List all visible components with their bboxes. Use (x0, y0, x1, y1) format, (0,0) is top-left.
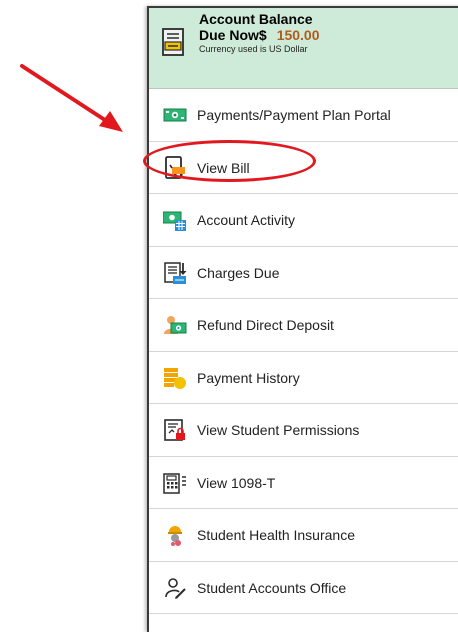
menu-item-label: Refund Direct Deposit (197, 317, 334, 333)
due-now-row: Due Now$ 150.00 (199, 28, 320, 42)
payment-history-icon (164, 367, 186, 389)
menu-item-label: View Student Permissions (197, 422, 360, 438)
account-activity-icon (163, 211, 186, 231)
account-balance-title: Account Balance (199, 11, 313, 27)
menu-item-label: Payment History (197, 369, 300, 386)
menu-item-student-health-insurance[interactable]: Student Health Insurance (149, 509, 458, 562)
menu-item-payment-history[interactable]: Payment History (149, 352, 458, 404)
menu-item-view-bill[interactable]: View Bill (149, 142, 458, 194)
menu-item-account-activity[interactable]: Account Activity (149, 194, 458, 247)
due-amount: 150.00 (276, 27, 320, 43)
tax-form-icon (163, 472, 186, 494)
permissions-icon (164, 419, 185, 441)
bill-summary-icon (162, 28, 184, 56)
menu-item-view-1098-t[interactable]: View 1098-T (149, 457, 458, 509)
menu-item-charges-due[interactable]: Charges Due (149, 247, 458, 299)
health-insurance-icon (168, 526, 182, 546)
office-icon (165, 577, 186, 599)
menu-item-label: Student Accounts Office (197, 579, 347, 596)
charges-due-icon (164, 261, 187, 284)
menu-item-view-student-permissions[interactable]: View Student Permissions (149, 404, 458, 457)
currency-note: Currency used is US Dollar (199, 44, 308, 54)
bill-icon (165, 155, 185, 179)
menu-item-label: View 1098-T (197, 474, 276, 491)
refund-icon (164, 316, 187, 334)
account-menu-panel: Account Balance Due Now$ 150.00 Currency … (147, 6, 458, 632)
menu-item-label: Payments/Payment Plan Portal (197, 107, 391, 123)
menu-item-label: Charges Due (197, 264, 280, 281)
money-icon (163, 108, 187, 122)
account-balance-header[interactable]: Account Balance Due Now$ 150.00 Currency … (149, 8, 458, 89)
menu-item-student-accounts-office[interactable]: Student Accounts Office (149, 562, 458, 614)
menu-item-payments[interactable]: Payments/Payment Plan Portal (149, 89, 458, 142)
due-now-label: Due Now$ (199, 27, 267, 43)
menu-item-label: View Bill (197, 159, 250, 176)
menu-item-refund-direct-deposit[interactable]: Refund Direct Deposit (149, 299, 458, 352)
menu-item-label: Account Activity (197, 212, 296, 228)
menu-item-label: Student Health Insurance (197, 527, 355, 543)
